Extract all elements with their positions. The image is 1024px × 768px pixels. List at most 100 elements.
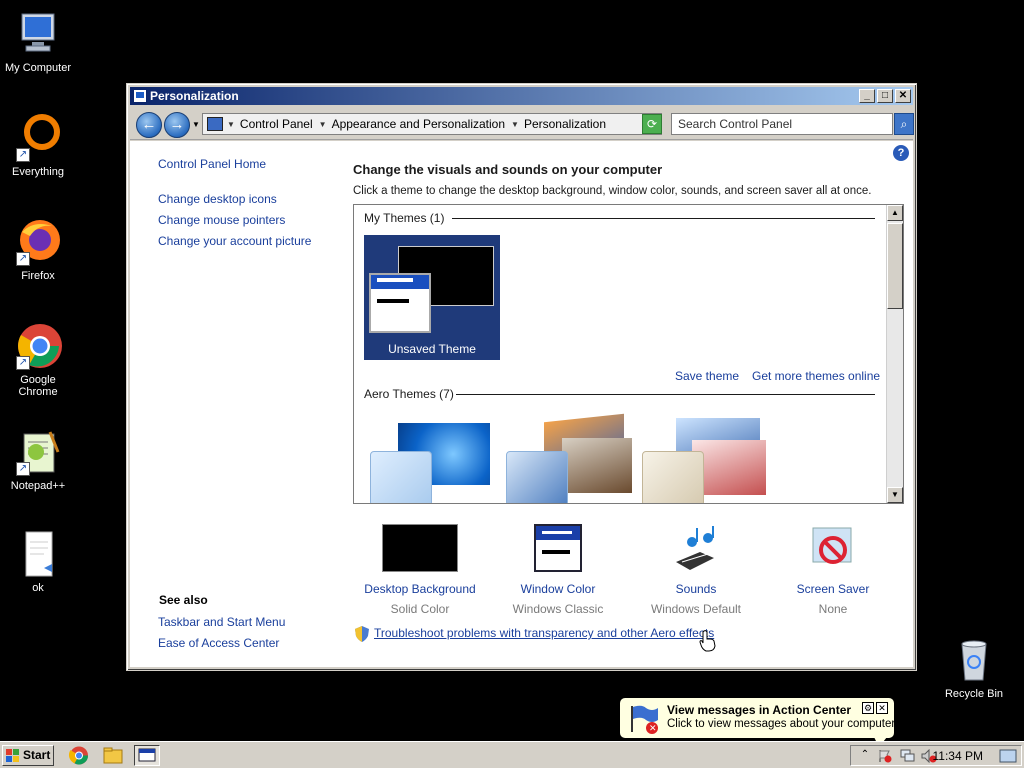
screen-saver-option[interactable]: Screen Saver None (768, 524, 898, 616)
unsaved-theme-label: Unsaved Theme (388, 342, 476, 356)
file-explorer-icon[interactable] (102, 745, 124, 766)
action-center-flag-icon[interactable] (877, 749, 893, 763)
search-input[interactable]: Search Control Panel (671, 113, 893, 135)
chrome-icon: ↗ (14, 322, 62, 370)
desktop-icon-google-chrome[interactable]: ↗ Google Chrome (0, 322, 76, 398)
link-ease-of-access[interactable]: Ease of Access Center (158, 636, 279, 650)
shortcut-arrow-icon: ↗ (16, 356, 30, 370)
close-button[interactable]: ✕ (895, 89, 911, 103)
forward-button[interactable]: → (164, 112, 190, 138)
window-controls: _ □ ✕ (859, 89, 911, 103)
page-heading: Change the visuals and sounds on your co… (353, 162, 663, 177)
everything-icon: ↗ (14, 114, 62, 162)
notification-text: Click to view messages about your comput… (667, 718, 898, 730)
option-value: Windows Default (650, 602, 742, 616)
desktop-icon-label: Notepad++ (10, 480, 66, 492)
my-themes-header: My Themes (1) (364, 211, 445, 225)
glass-card (642, 451, 704, 503)
scroll-up-icon[interactable]: ▲ (887, 205, 903, 221)
desktop-background-option[interactable]: Desktop Background Solid Color (355, 524, 485, 616)
divider (456, 394, 875, 395)
network-icon[interactable] (899, 749, 915, 763)
action-center-flag-icon: ✕ (631, 705, 658, 734)
option-value: Solid Color (390, 602, 450, 616)
help-icon[interactable]: ? (893, 145, 909, 161)
glass-card (506, 451, 568, 503)
aero-theme-windows7[interactable] (368, 418, 498, 503)
link-change-desktop-icons[interactable]: Change desktop icons (158, 192, 277, 206)
action-center-notification[interactable]: ✕ View messages in Action Center Click t… (619, 697, 898, 750)
start-label: Start (23, 748, 51, 762)
desktop-icon-firefox[interactable]: ↗ Firefox (0, 218, 76, 282)
minimize-button[interactable]: _ (859, 89, 875, 103)
see-also-heading: See also (159, 593, 208, 607)
computer-icon (14, 10, 62, 58)
taskbar: Start ⌃ 11:34 PM (0, 741, 1024, 768)
get-more-themes-link[interactable]: Get more themes online (752, 369, 880, 383)
aero-theme-architecture[interactable] (504, 413, 634, 503)
windows-logo-icon (6, 749, 19, 762)
screen-saver-icon (768, 524, 898, 576)
personalization-window: Personalization _ □ ✕ ← → ▼ ▼ Control Pan… (126, 83, 917, 671)
personalization-taskbar-button[interactable] (134, 745, 160, 766)
svg-text:✕: ✕ (649, 724, 657, 734)
notification-settings-icon[interactable]: ⚙ (862, 702, 874, 714)
shield-icon (355, 626, 369, 642)
save-theme-link[interactable]: Save theme (675, 369, 739, 383)
divider (452, 218, 875, 219)
show-hidden-icons-icon[interactable]: ⌃ (857, 749, 873, 763)
breadcrumb-control-panel[interactable]: ▼ Control Panel (227, 117, 313, 131)
link-taskbar-start-menu[interactable]: Taskbar and Start Menu (158, 615, 285, 629)
window-color-option[interactable]: Window Color Windows Classic (493, 524, 623, 616)
desktop-icon-label: My Computer (4, 62, 72, 74)
window-title: Personalization (150, 89, 239, 103)
scroll-down-icon[interactable]: ▼ (887, 487, 903, 503)
breadcrumb-personalization[interactable]: ▼ Personalization (511, 117, 606, 131)
troubleshoot-link[interactable]: Troubleshoot problems with transparency … (374, 626, 714, 640)
desktop-icon-label: Google Chrome (18, 374, 58, 398)
link-control-panel-home[interactable]: Control Panel Home (158, 157, 266, 171)
task-pane: Control Panel Home Change desktop icons … (130, 141, 340, 667)
desktop-icon-notepad-plus-plus[interactable]: ↗ Notepad++ (0, 428, 76, 492)
chevron-down-icon: ▼ (511, 119, 519, 129)
desktop-icon-recycle-bin[interactable]: Recycle Bin (936, 636, 1012, 700)
sounds-icon (631, 524, 761, 576)
breadcrumb-appearance[interactable]: ▼ Appearance and Personalization (319, 117, 505, 131)
window-titlebar[interactable]: Personalization _ □ ✕ (130, 87, 913, 105)
desktop-icon-label: ok (32, 582, 44, 594)
unsaved-theme-tile[interactable]: Unsaved Theme (364, 235, 500, 360)
control-panel-icon (207, 117, 223, 131)
content-area: Control Panel Home Change desktop icons … (130, 141, 913, 667)
shortcut-arrow-icon: ↗ (16, 252, 30, 266)
taskbar-clock[interactable]: 11:34 PM (933, 749, 983, 763)
link-change-mouse-pointers[interactable]: Change mouse pointers (158, 213, 285, 227)
chevron-down-icon: ▼ (227, 119, 235, 129)
themes-scrollbar[interactable]: ▲ ▼ (886, 205, 903, 503)
option-name: Screen Saver (796, 582, 870, 596)
chrome-taskbar-icon[interactable] (68, 745, 90, 766)
link-change-account-picture[interactable]: Change your account picture (158, 234, 311, 248)
architecture-wallpaper-2 (562, 438, 632, 493)
desktop-icon-everything[interactable]: ↗ Everything (0, 114, 76, 178)
aero-theme-nature[interactable] (640, 418, 770, 503)
start-button[interactable]: Start (2, 745, 54, 766)
recent-pages-dropdown-icon[interactable]: ▼ (192, 120, 200, 129)
option-name: Desktop Background (364, 582, 476, 596)
notification-close-icon[interactable]: ✕ (876, 702, 888, 714)
option-value: None (818, 602, 848, 616)
control-panel-icon (138, 748, 156, 762)
recycle-bin-icon (950, 636, 998, 684)
back-button[interactable]: ← (136, 112, 162, 138)
desktop-icon-ok[interactable]: ok (0, 530, 76, 594)
refresh-button[interactable]: ⟳ (642, 114, 662, 134)
address-bar[interactable]: ▼ Control Panel ▼ Appearance and Personali… (202, 113, 662, 135)
search-icon[interactable]: ⌕ (894, 113, 914, 135)
desktop-icon-my-computer[interactable]: My Computer (0, 10, 76, 74)
show-desktop-icon[interactable] (999, 749, 1017, 763)
option-name: Window Color (520, 582, 596, 596)
scroll-thumb[interactable] (887, 223, 903, 309)
sounds-option[interactable]: Sounds Windows Default (631, 524, 761, 616)
maximize-button[interactable]: □ (877, 89, 893, 103)
themes-list: My Themes (1) Unsaved Theme Save theme G… (353, 204, 904, 504)
hand-cursor-icon (699, 630, 716, 652)
